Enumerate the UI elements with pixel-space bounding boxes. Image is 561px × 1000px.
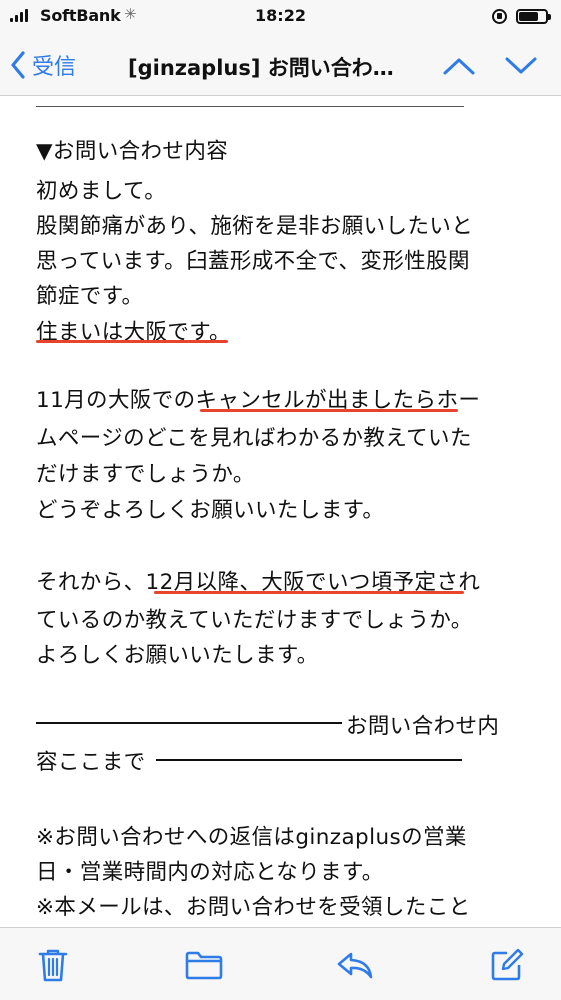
reply-button[interactable] (335, 946, 375, 984)
rotation-lock-icon (492, 9, 507, 24)
body-line: 日・営業時間内の対応となります。 (36, 860, 384, 885)
body-line: 容ここまで (36, 750, 146, 775)
chevron-left-icon (11, 51, 25, 79)
battery-icon (516, 9, 551, 24)
body-line: ※本メールは、お問い合わせを受領したこと (36, 895, 471, 920)
next-message-button[interactable] (503, 50, 539, 82)
body-line: ているのか教えていただけますでしょうか。 (36, 608, 473, 633)
divider-line (36, 106, 464, 107)
body-line: 初めまして。 (36, 179, 167, 204)
highlight-underline (154, 591, 464, 594)
highlight-underline (36, 340, 228, 343)
compose-button[interactable] (487, 946, 527, 984)
reply-icon (337, 952, 373, 979)
section-divider (36, 722, 342, 724)
previous-message-button[interactable] (441, 50, 477, 82)
body-line: だけますでしょうか。 (36, 462, 255, 487)
body-line: ※お問い合わせへの返信はginzaplusの営業 (36, 825, 467, 850)
battery-level (519, 12, 538, 21)
section-divider (156, 759, 462, 761)
move-to-folder-button[interactable] (184, 946, 224, 984)
body-line: 思っています。臼蓋形成不全で、変形性股関 (36, 249, 470, 274)
body-line: どうぞよろしくお願いいたします。 (36, 498, 385, 523)
delete-button[interactable] (33, 946, 73, 984)
trash-icon (38, 949, 68, 982)
message-body[interactable]: ▼お問い合わせ内容 初めまして。 股関節痛があり、施術を是非お願いしたいと 思っ… (0, 97, 561, 927)
body-line: ムページのどこを見ればわかるか教えていた (36, 426, 472, 451)
body-line: 節症です。 (36, 284, 144, 309)
status-bar: SoftBank ✳ 18:22 (0, 0, 561, 34)
body-line: ▼お問い合わせ内容 (36, 139, 229, 164)
chevron-down-icon (505, 57, 537, 74)
message-subject: [ginzaplus] お問い合わ… (128, 56, 394, 80)
folder-icon (185, 951, 223, 980)
back-button[interactable]: 受信 (10, 48, 76, 82)
highlight-underline (200, 409, 458, 412)
status-time: 18:22 (255, 6, 306, 25)
compose-icon (491, 948, 524, 981)
body-line: 股関節痛があり、施術を是非お願いしたいと (36, 214, 474, 239)
body-line: よろしくお願いいたします。 (36, 643, 319, 668)
bottom-toolbar (0, 927, 561, 1000)
back-button-label: 受信 (32, 55, 77, 80)
nav-bar: 受信 [ginzaplus] お問い合わ… (0, 34, 561, 96)
body-line: お問い合わせ内 (346, 714, 500, 739)
chevron-up-icon (443, 58, 475, 75)
